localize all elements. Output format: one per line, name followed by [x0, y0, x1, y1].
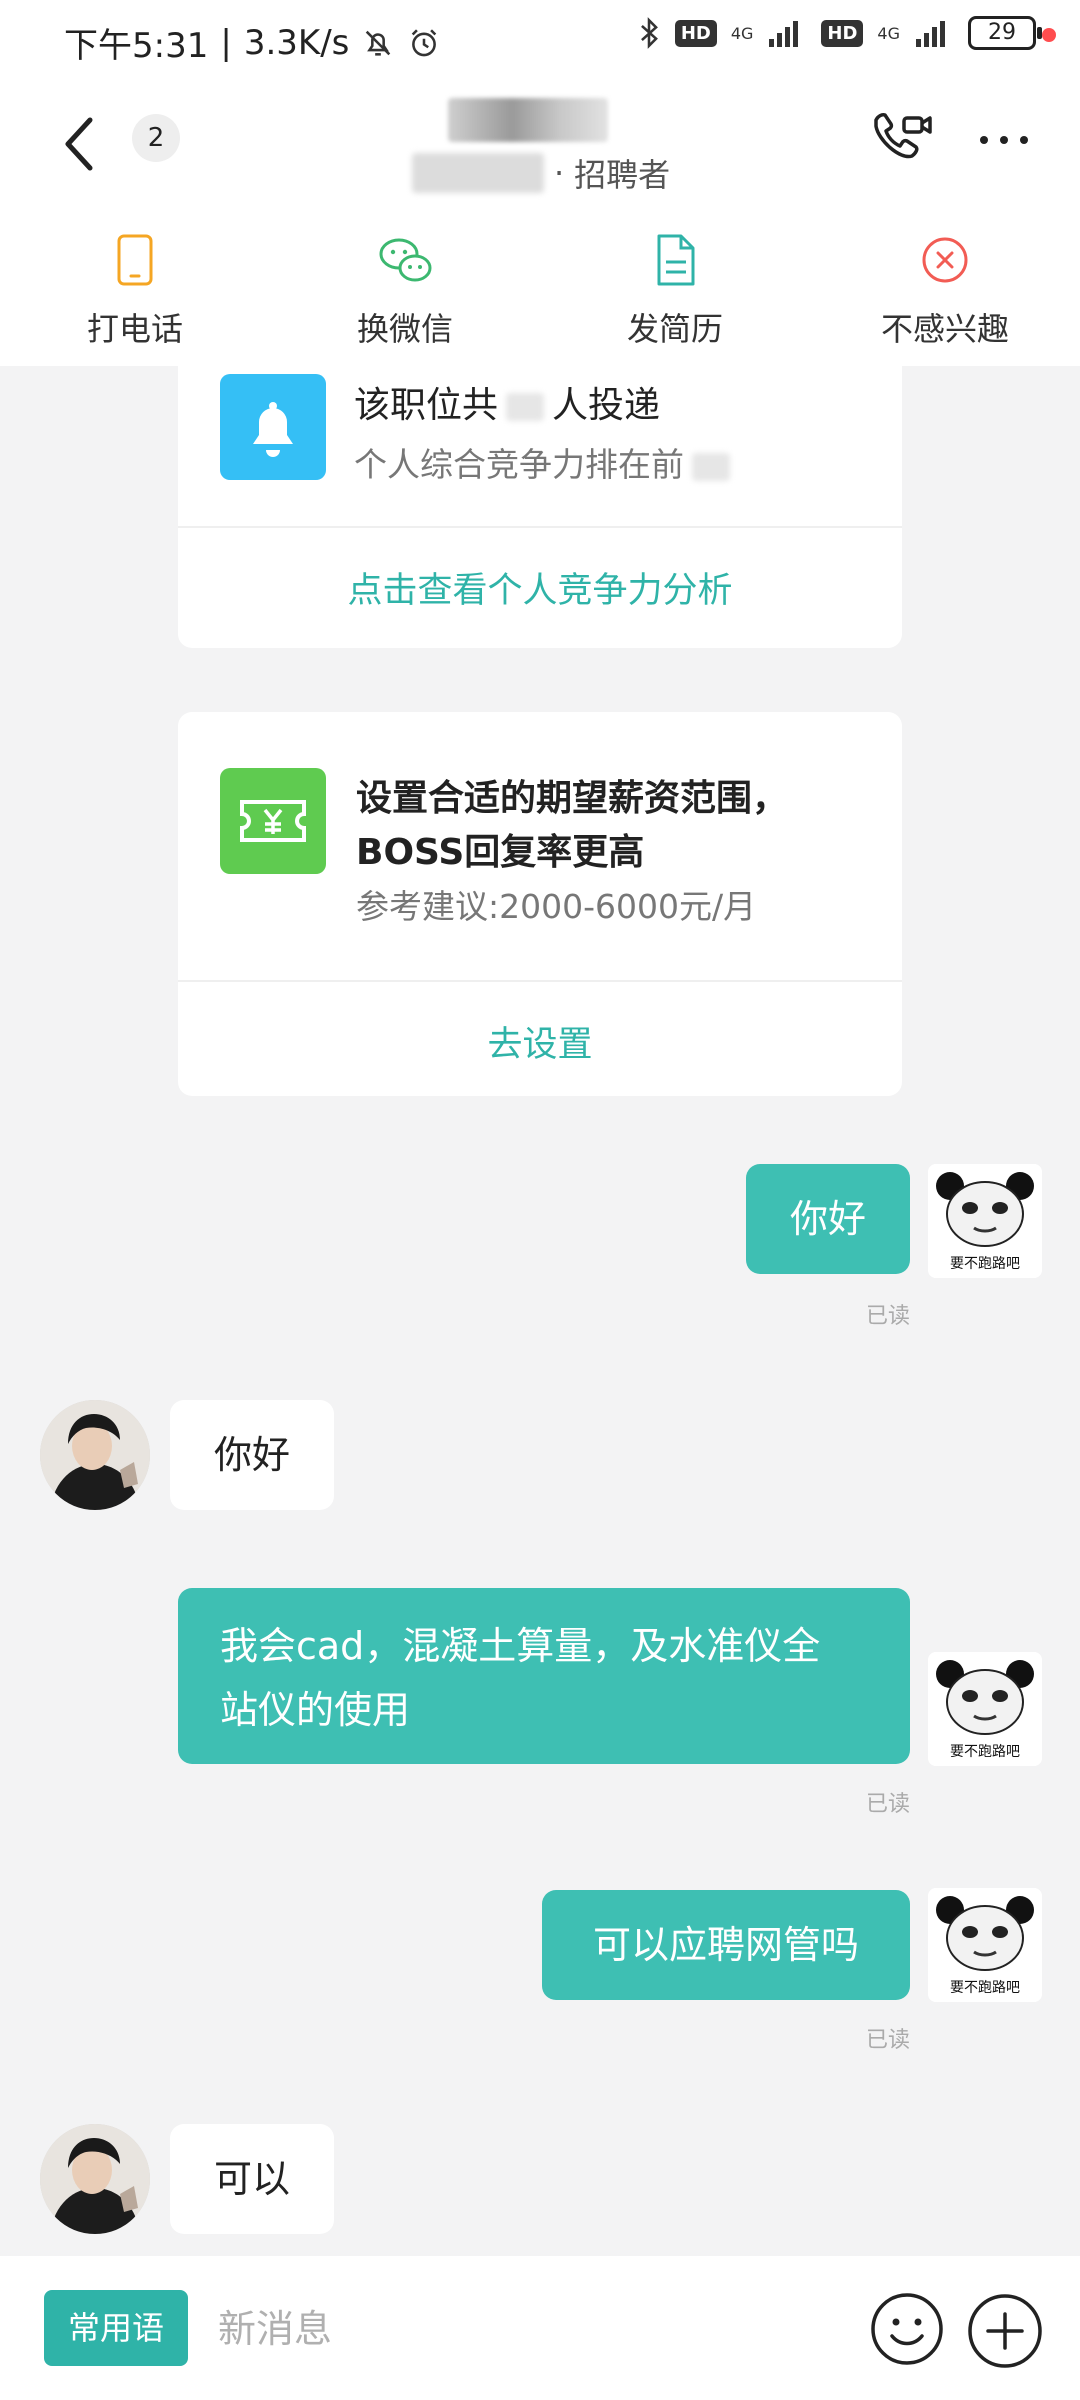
emoji-icon[interactable] [868, 2290, 946, 2368]
applicants-count-text: 该职位共 人投递 [354, 385, 661, 426]
company-redacted [412, 153, 544, 193]
message-bubble-sent[interactable]: 可以应聘网管吗 [542, 1890, 910, 2000]
phone-icon [117, 234, 153, 286]
message-text-line: 我会cad，混凝土算量，及水准仪全 [220, 1624, 821, 1668]
network-type-1: 4G [730, 23, 754, 43]
notification-dot [1042, 28, 1056, 42]
hd-badge-2: HD [821, 19, 864, 47]
message-input-bar: 常用语 [0, 2256, 1080, 2400]
card-divider [178, 980, 902, 982]
my-avatar[interactable]: 要不跑路吧 [928, 1888, 1042, 2002]
more-options-icon[interactable] [976, 120, 1032, 160]
salary-suggestion: 参考建议:2000-6000元/月 [356, 887, 757, 926]
read-status: 已读 [866, 1304, 911, 1329]
status-bar: 下午5:31 | 3.3K/s HD 4G HD 4G 29 [0, 0, 1080, 84]
rank-text: 个人综合竞争力排在前 [354, 438, 738, 486]
recruiter-avatar[interactable] [40, 1400, 150, 1510]
panda-meme-avatar-icon: 要不跑路吧 [928, 1652, 1042, 1766]
salary-card-title: 设置合适的期望薪资范围， BOSS回复率更高 [356, 778, 789, 873]
card-divider [178, 526, 902, 528]
action-call-label: 打电话 [86, 310, 183, 348]
message-input[interactable] [216, 2286, 840, 2372]
action-resume[interactable]: 发简历 [540, 208, 810, 366]
action-wechat[interactable]: 换微信 [270, 208, 540, 366]
salary-card: 设置合适的期望薪资范围， BOSS回复率更高 参考建议:2000-6000元/月… [178, 712, 902, 1096]
hd-badge-1: HD [674, 19, 717, 47]
contact-role: 招聘者 [574, 156, 671, 194]
message-text-line: 站仪的使用 [220, 1688, 411, 1732]
svg-text:要不跑路吧: 要不跑路吧 [950, 1980, 1020, 1996]
applicant-number-redacted [506, 393, 545, 421]
status-speed: 3.3K/s [243, 22, 350, 63]
bluetooth-icon [640, 17, 658, 49]
alarm-icon [412, 28, 437, 56]
action-wechat-label: 换微信 [356, 310, 453, 348]
close-circle-icon [922, 237, 968, 283]
message-bubble-received[interactable]: 你好 [170, 1400, 334, 1510]
action-not-interested[interactable]: 不感兴趣 [810, 208, 1080, 366]
recruiter-photo-icon [40, 1400, 150, 1510]
bell-icon [253, 402, 293, 457]
competitiveness-card: 该职位共 人投递 个人综合竞争力排在前 点击查看个人竞争力分析 [178, 366, 902, 648]
svg-text:要不跑路吧: 要不跑路吧 [950, 1744, 1020, 1760]
competitiveness-analysis-link[interactable]: 点击查看个人竞争力分析 [178, 562, 902, 613]
action-resume-label: 发简历 [626, 310, 723, 348]
unread-count-badge[interactable]: 2 [132, 114, 180, 162]
header-area: 下午5:31 | 3.3K/s HD 4G HD 4G 29 2 · 招聘者 打… [0, 0, 1080, 366]
signal-icon-1 [769, 21, 799, 47]
recruiter-photo-icon [40, 2124, 150, 2234]
quick-action-bar: 打电话 换微信 发简历 不感兴趣 [0, 208, 1080, 366]
wechat-icon [379, 238, 432, 282]
card-icon-box [220, 768, 326, 874]
coupon-yen-icon [240, 800, 306, 842]
panda-meme-avatar-icon: 要不跑路吧 [928, 1888, 1042, 2002]
status-time: 下午5:31 [64, 26, 209, 66]
action-call[interactable]: 打电话 [0, 208, 270, 366]
read-status: 已读 [866, 2028, 911, 2053]
svg-text:要不跑路吧: 要不跑路吧 [950, 1256, 1020, 1272]
recruiter-avatar[interactable] [40, 2124, 150, 2234]
set-salary-link[interactable]: 去设置 [178, 1016, 902, 1067]
back-arrow-icon[interactable] [56, 112, 104, 176]
card-icon-box [220, 374, 326, 480]
contact-subtitle: · 招聘者 [412, 150, 670, 196]
panda-meme-avatar-icon: 要不跑路吧 [928, 1164, 1042, 1278]
quick-phrases-button[interactable]: 常用语 [44, 2290, 188, 2366]
signal-icon-2 [916, 21, 945, 47]
message-bubble-sent[interactable]: 我会cad，混凝土算量，及水准仪全 站仪的使用 [178, 1588, 910, 1764]
rank-number-redacted [692, 452, 730, 481]
message-bubble-sent[interactable]: 你好 [746, 1164, 910, 1274]
resume-icon [657, 234, 695, 286]
action-not-interested-label: 不感兴趣 [880, 310, 1009, 348]
my-avatar[interactable]: 要不跑路吧 [928, 1164, 1042, 1278]
contact-name-redacted [448, 98, 608, 142]
battery-indicator: 29 [968, 16, 1042, 50]
mute-bell-icon [366, 30, 391, 56]
phone-video-icon[interactable] [866, 106, 934, 174]
network-type-2: 4G [877, 23, 900, 43]
read-status: 已读 [866, 1792, 911, 1817]
chat-navbar: 2 · 招聘者 [0, 84, 1080, 208]
plus-icon[interactable] [964, 2290, 1046, 2372]
my-avatar[interactable]: 要不跑路吧 [928, 1652, 1042, 1766]
message-bubble-received[interactable]: 可以 [170, 2124, 334, 2234]
